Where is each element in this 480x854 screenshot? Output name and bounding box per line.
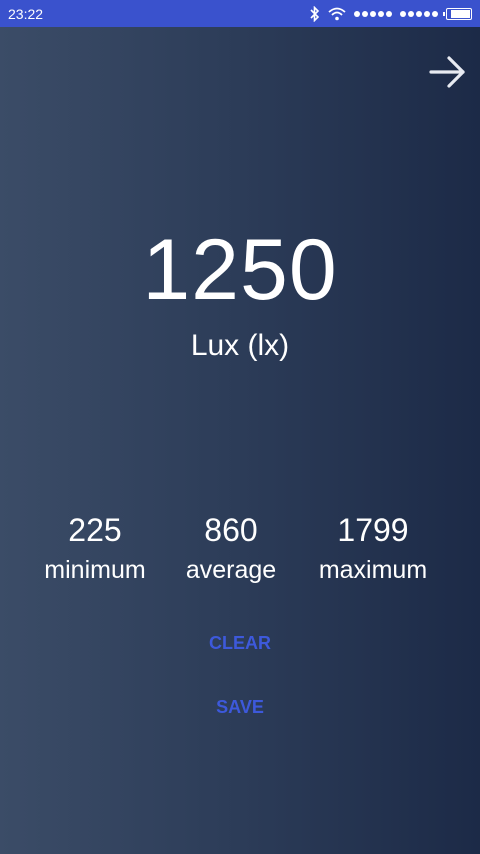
- minimum-value: 225: [68, 512, 122, 548]
- minimum-stat: 225 minimum: [20, 510, 170, 590]
- bluetooth-icon: [310, 5, 320, 22]
- signal-strength-1-icon: [354, 10, 392, 17]
- light-meter-screen: 23:22 1250 Lux (lx) 225 minimum 860 aver…: [0, 0, 480, 854]
- battery-icon: [443, 7, 472, 20]
- arrow-right-icon: [429, 56, 465, 88]
- average-stat: 860 average: [156, 510, 306, 590]
- lux-reading: 1250: [142, 222, 338, 318]
- maximum-stat: 1799 maximum: [298, 510, 448, 590]
- lux-unit-label: Lux (lx): [190, 329, 290, 362]
- save-button[interactable]: SAVE: [190, 689, 290, 725]
- status-icons: [310, 5, 472, 22]
- clear-button[interactable]: CLEAR: [190, 625, 290, 661]
- status-bar: 23:22: [0, 0, 480, 27]
- average-label: average: [185, 556, 277, 584]
- average-value: 860: [204, 512, 258, 548]
- next-button[interactable]: [428, 52, 468, 92]
- minimum-label: minimum: [44, 556, 146, 584]
- maximum-label: maximum: [318, 556, 428, 584]
- signal-strength-2-icon: [400, 10, 438, 17]
- wifi-icon: [328, 7, 346, 21]
- maximum-value: 1799: [337, 512, 409, 548]
- status-time: 23:22: [8, 5, 44, 22]
- battery-fill: [451, 9, 470, 18]
